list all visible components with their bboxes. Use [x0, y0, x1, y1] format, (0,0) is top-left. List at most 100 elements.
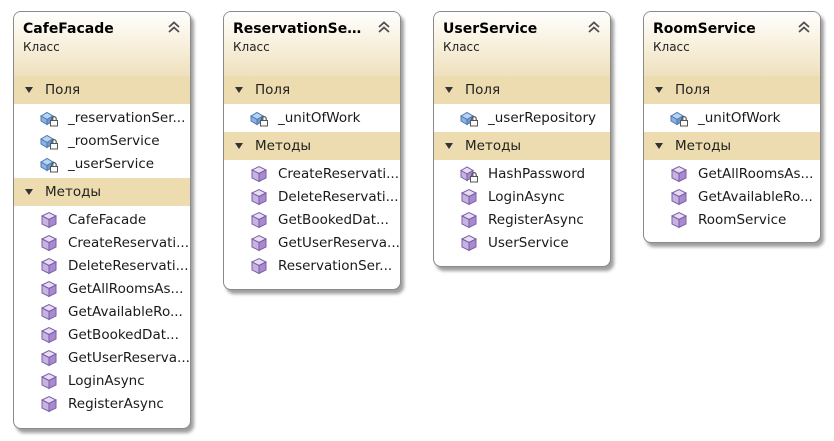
method-name: GetBookedDat...	[278, 211, 389, 228]
double-chevron-up-icon[interactable]	[587, 21, 601, 33]
method-item[interactable]: CreateReservati...	[14, 231, 190, 254]
class-header[interactable]: RoomService Класс	[644, 12, 820, 76]
method-cube-icon	[250, 234, 268, 251]
fields-list: _unitOfWork	[644, 104, 820, 132]
method-item[interactable]: GetUserReserva...	[14, 346, 190, 369]
method-name: GetUserReserva...	[68, 349, 190, 366]
field-name: _roomService	[68, 132, 160, 149]
class-box-cafe-facade[interactable]: CafeFacade Класс Поля _reservationSer...…	[13, 11, 191, 429]
method-item[interactable]: GetUserReserva...	[224, 231, 400, 254]
double-chevron-up-icon[interactable]	[377, 21, 391, 33]
method-name: DeleteReservati...	[278, 188, 399, 205]
class-title: ReservationServ...	[233, 21, 379, 37]
method-cube-icon	[250, 165, 268, 182]
method-cube-icon	[40, 326, 58, 343]
class-box-reservation-service[interactable]: ReservationServ... Класс Поля _unitOfWor…	[223, 11, 401, 290]
method-item[interactable]: LoginAsync	[14, 369, 190, 392]
field-item[interactable]: _reservationSer...	[14, 106, 190, 129]
fields-list: _unitOfWork	[224, 104, 400, 132]
section-header-fields[interactable]: Поля	[224, 76, 400, 104]
method-item[interactable]: ReservationSer...	[224, 254, 400, 277]
triangle-down-icon[interactable]	[235, 143, 243, 149]
method-item[interactable]: GetAvailableRo...	[644, 185, 820, 208]
triangle-down-icon[interactable]	[655, 143, 663, 149]
method-item[interactable]: RegisterAsync	[14, 392, 190, 415]
method-cube-icon	[40, 303, 58, 320]
methods-list: CreateReservati... DeleteReservati... Ge…	[224, 160, 400, 280]
field-item[interactable]: _roomService	[14, 129, 190, 152]
section-header-methods[interactable]: Методы	[434, 132, 610, 160]
method-name: ReservationSer...	[278, 257, 393, 274]
double-chevron-up-icon[interactable]	[167, 21, 181, 33]
section-header-methods[interactable]: Методы	[224, 132, 400, 160]
field-item[interactable]: _userRepository	[434, 106, 610, 129]
field-lock-icon	[250, 111, 268, 126]
method-item[interactable]: LoginAsync	[434, 185, 610, 208]
private-method-lock-icon	[460, 165, 478, 182]
method-cube-icon	[250, 257, 268, 274]
section-label: Поля	[45, 82, 81, 98]
triangle-down-icon[interactable]	[655, 87, 663, 93]
class-box-user-service[interactable]: UserService Класс Поля _userRepository М…	[433, 11, 611, 267]
triangle-down-icon[interactable]	[445, 143, 453, 149]
triangle-down-icon[interactable]	[25, 87, 33, 93]
method-cube-icon	[670, 165, 688, 182]
class-header[interactable]: CafeFacade Класс	[14, 12, 190, 76]
fields-list: _userRepository	[434, 104, 610, 132]
section-label: Поля	[675, 82, 711, 98]
method-name: GetAvailableRo...	[698, 188, 813, 205]
method-item[interactable]: GetBookedDat...	[224, 208, 400, 231]
method-item[interactable]: HashPassword	[434, 162, 610, 185]
method-item[interactable]: RoomService	[644, 208, 820, 231]
method-item[interactable]: GetAllRoomsAs...	[14, 277, 190, 300]
method-item[interactable]: GetAvailableRo...	[14, 300, 190, 323]
method-item[interactable]: RegisterAsync	[434, 208, 610, 231]
section-label: Методы	[465, 138, 522, 154]
method-cube-icon	[40, 257, 58, 274]
field-lock-icon	[670, 111, 688, 126]
class-stereotype: Класс	[443, 40, 480, 54]
method-name: LoginAsync	[488, 188, 565, 205]
field-item[interactable]: _userService	[14, 152, 190, 175]
method-item[interactable]: CreateReservati...	[224, 162, 400, 185]
triangle-down-icon[interactable]	[445, 87, 453, 93]
class-box-room-service[interactable]: RoomService Класс Поля _unitOfWork Метод…	[643, 11, 821, 243]
method-item[interactable]: DeleteReservati...	[224, 185, 400, 208]
triangle-down-icon[interactable]	[25, 189, 33, 195]
triangle-down-icon[interactable]	[235, 87, 243, 93]
section-header-methods[interactable]: Методы	[14, 178, 190, 206]
field-name: _unitOfWork	[698, 109, 781, 126]
method-name: HashPassword	[488, 165, 586, 182]
method-item[interactable]: CafeFacade	[14, 208, 190, 231]
field-name: _unitOfWork	[278, 109, 361, 126]
section-header-fields[interactable]: Поля	[14, 76, 190, 104]
method-item[interactable]: GetAllRoomsAs...	[644, 162, 820, 185]
double-chevron-up-icon[interactable]	[797, 21, 811, 33]
method-cube-icon	[670, 211, 688, 228]
method-cube-icon	[40, 349, 58, 366]
method-cube-icon	[460, 234, 478, 251]
fields-list: _reservationSer... _roomService _userSer…	[14, 104, 190, 178]
class-title: UserService	[443, 21, 538, 37]
method-item[interactable]: UserService	[434, 231, 610, 254]
class-stereotype: Класс	[653, 40, 690, 54]
method-item[interactable]: GetBookedDat...	[14, 323, 190, 346]
method-name: RegisterAsync	[68, 395, 164, 412]
method-cube-icon	[250, 188, 268, 205]
field-lock-icon	[460, 111, 478, 126]
method-cube-icon	[40, 372, 58, 389]
section-header-fields[interactable]: Поля	[644, 76, 820, 104]
field-item[interactable]: _unitOfWork	[644, 106, 820, 129]
class-header[interactable]: UserService Класс	[434, 12, 610, 76]
field-item[interactable]: _unitOfWork	[224, 106, 400, 129]
section-label: Методы	[45, 184, 102, 200]
class-stereotype: Класс	[233, 40, 270, 54]
method-cube-icon	[670, 188, 688, 205]
class-header[interactable]: ReservationServ... Класс	[224, 12, 400, 76]
section-header-methods[interactable]: Методы	[644, 132, 820, 160]
methods-list: GetAllRoomsAs... GetAvailableRo... RoomS…	[644, 160, 820, 234]
method-item[interactable]: DeleteReservati...	[14, 254, 190, 277]
methods-list: HashPassword LoginAsync RegisterAsync Us…	[434, 160, 610, 257]
methods-list: CafeFacade CreateReservati... DeleteRese…	[14, 206, 190, 418]
section-header-fields[interactable]: Поля	[434, 76, 610, 104]
